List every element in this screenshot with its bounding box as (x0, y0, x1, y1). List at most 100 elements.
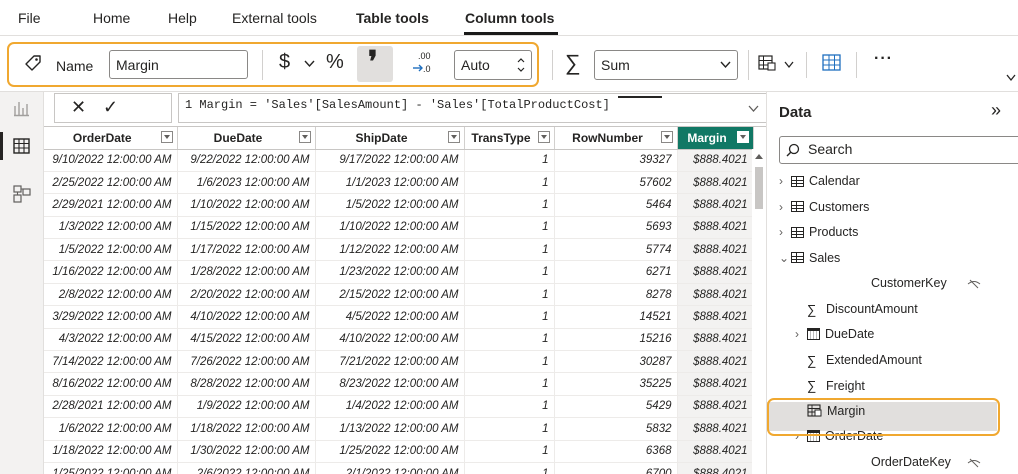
cell-duedate[interactable]: 7/26/2022 12:00:00 AM (177, 350, 316, 374)
cell-rownumber[interactable]: 6368 (554, 440, 678, 463)
cell-orderdate[interactable]: 4/3/2022 12:00:00 AM (44, 328, 178, 352)
cell-transtype[interactable]: 1 (464, 328, 555, 352)
cell-shipdate[interactable]: 1/12/2022 12:00:00 AM (315, 238, 465, 262)
field-item-customers[interactable]: › Customers (779, 200, 869, 214)
table-row[interactable]: 4/3/2022 12:00:00 AM 4/15/2022 12:00:00 A… (44, 328, 754, 352)
cell-orderdate[interactable]: 2/8/2022 12:00:00 AM (44, 283, 178, 307)
chevron-right-icon[interactable]: › (779, 225, 791, 239)
field-item-freight[interactable]: ∑ Freight (807, 378, 865, 393)
filter-dropdown-icon[interactable] (736, 131, 749, 143)
cell-shipdate[interactable]: 1/5/2022 12:00:00 AM (315, 193, 465, 217)
cell-orderdate[interactable]: 7/14/2022 12:00:00 AM (44, 350, 178, 374)
tab-file[interactable]: File (18, 10, 41, 26)
ribbon-collapse-chevron-icon[interactable] (1006, 74, 1016, 82)
decrease-decimal-icon[interactable]: .00 .0 (410, 50, 434, 76)
cell-shipdate[interactable]: 9/17/2022 12:00:00 AM (315, 149, 465, 172)
field-item-discountamount[interactable]: ∑ DiscountAmount (807, 302, 918, 317)
report-view-icon[interactable] (10, 96, 34, 120)
cell-shipdate[interactable]: 2/15/2022 12:00:00 AM (315, 283, 465, 307)
cell-rownumber[interactable]: 35225 (554, 372, 678, 396)
data-category-icon[interactable] (758, 54, 780, 74)
sort-by-column-icon[interactable] (822, 54, 842, 72)
cell-shipdate[interactable]: 1/1/2023 12:00:00 AM (315, 171, 465, 195)
cell-rownumber[interactable]: 14521 (554, 305, 678, 329)
field-item-calendar[interactable]: › Calendar (779, 174, 860, 188)
cell-margin[interactable]: $888.4021 (677, 149, 754, 172)
cell-margin[interactable]: $888.4021 (677, 395, 754, 419)
table-row[interactable]: 1/18/2022 12:00:00 AM 1/30/2022 12:00:00 … (44, 440, 754, 463)
cell-duedate[interactable]: 1/18/2022 12:00:00 AM (177, 417, 316, 441)
table-row[interactable]: 2/28/2021 12:00:00 AM 1/9/2022 12:00:00 A… (44, 395, 754, 419)
cell-rownumber[interactable]: 57602 (554, 171, 678, 195)
cell-duedate[interactable]: 1/10/2022 12:00:00 AM (177, 193, 316, 217)
cell-rownumber[interactable]: 39327 (554, 149, 678, 172)
more-options-button[interactable]: ··· (874, 50, 893, 68)
cell-margin[interactable]: $888.4021 (677, 462, 754, 474)
cell-shipdate[interactable]: 7/21/2022 12:00:00 AM (315, 350, 465, 374)
filter-dropdown-icon[interactable] (160, 131, 173, 143)
cell-margin[interactable]: $888.4021 (677, 440, 754, 463)
cell-margin[interactable]: $888.4021 (677, 171, 754, 195)
table-row[interactable]: 1/6/2022 12:00:00 AM 1/18/2022 12:00:00 A… (44, 417, 754, 441)
scroll-up-icon[interactable] (755, 153, 763, 159)
table-row[interactable]: 2/25/2022 12:00:00 AM 1/6/2023 12:00:00 A… (44, 171, 754, 195)
column-header-orderdate[interactable]: OrderDate (44, 127, 178, 150)
expand-formula-chevron-icon[interactable] (748, 105, 759, 113)
summarization-dropdown[interactable]: Sum (594, 50, 738, 80)
cell-transtype[interactable]: 1 (464, 216, 555, 240)
cell-orderdate[interactable]: 2/25/2022 12:00:00 AM (44, 171, 178, 195)
chevron-down-icon[interactable] (784, 61, 794, 69)
column-name-input[interactable]: Margin (109, 50, 248, 79)
collapse-pane-button[interactable]: » (991, 100, 1001, 121)
cell-shipdate[interactable]: 1/4/2022 12:00:00 AM (315, 395, 465, 419)
vertical-scrollbar[interactable] (752, 149, 766, 474)
cell-duedate[interactable]: 1/15/2022 12:00:00 AM (177, 216, 316, 240)
field-item-sales[interactable]: ⌄ Sales (779, 251, 840, 265)
cell-rownumber[interactable]: 5464 (554, 193, 678, 217)
cell-transtype[interactable]: 1 (464, 372, 555, 396)
table-row[interactable]: 9/10/2022 12:00:00 AM 9/22/2022 12:00:00 … (44, 149, 754, 172)
cell-transtype[interactable]: 1 (464, 395, 555, 419)
cell-transtype[interactable]: 1 (464, 238, 555, 262)
cell-rownumber[interactable]: 6700 (554, 462, 678, 474)
cell-orderdate[interactable]: 2/29/2021 12:00:00 AM (44, 193, 178, 217)
currency-format-button[interactable]: $ (279, 51, 290, 74)
search-input[interactable]: Search (779, 136, 1018, 164)
table-row[interactable]: 1/25/2022 12:00:00 AM 2/6/2022 12:00:00 A… (44, 462, 754, 474)
currency-chevron-down-icon[interactable] (304, 60, 315, 68)
chevron-right-icon[interactable]: › (779, 200, 791, 214)
cell-duedate[interactable]: 2/20/2022 12:00:00 AM (177, 283, 316, 307)
cell-rownumber[interactable]: 8278 (554, 283, 678, 307)
cell-shipdate[interactable]: 4/5/2022 12:00:00 AM (315, 305, 465, 329)
column-header-rownumber[interactable]: RowNumber (554, 127, 678, 150)
cell-duedate[interactable]: 1/17/2022 12:00:00 AM (177, 238, 316, 262)
cell-margin[interactable]: $888.4021 (677, 328, 754, 352)
cell-shipdate[interactable]: 1/23/2022 12:00:00 AM (315, 260, 465, 284)
cell-transtype[interactable]: 1 (464, 149, 555, 172)
table-row[interactable]: 7/14/2022 12:00:00 AM 7/26/2022 12:00:00 … (44, 350, 754, 374)
formula-resize-bar[interactable] (618, 96, 662, 98)
cell-duedate[interactable]: 4/10/2022 12:00:00 AM (177, 305, 316, 329)
tab-home[interactable]: Home (93, 10, 130, 26)
table-row[interactable]: 3/29/2022 12:00:00 AM 4/10/2022 12:00:00 … (44, 305, 754, 329)
scrollbar-thumb[interactable] (755, 167, 763, 209)
spinner-arrows-icon[interactable] (516, 55, 526, 75)
cell-rownumber[interactable]: 30287 (554, 350, 678, 374)
table-row[interactable]: 1/5/2022 12:00:00 AM 1/17/2022 12:00:00 A… (44, 238, 754, 262)
chevron-right-icon[interactable]: › (779, 174, 791, 188)
cell-orderdate[interactable]: 1/16/2022 12:00:00 AM (44, 260, 178, 284)
cell-orderdate[interactable]: 1/3/2022 12:00:00 AM (44, 216, 178, 240)
cell-orderdate[interactable]: 1/25/2022 12:00:00 AM (44, 462, 178, 474)
filter-dropdown-icon[interactable] (660, 131, 673, 143)
cell-transtype[interactable]: 1 (464, 283, 555, 307)
cell-shipdate[interactable]: 1/10/2022 12:00:00 AM (315, 216, 465, 240)
cell-rownumber[interactable]: 6271 (554, 260, 678, 284)
cell-duedate[interactable]: 1/6/2023 12:00:00 AM (177, 171, 316, 195)
cell-shipdate[interactable]: 1/25/2022 12:00:00 AM (315, 440, 465, 463)
cell-margin[interactable]: $888.4021 (677, 350, 754, 374)
cell-rownumber[interactable]: 5832 (554, 417, 678, 441)
cell-transtype[interactable]: 1 (464, 462, 555, 474)
cell-margin[interactable]: $888.4021 (677, 193, 754, 217)
cell-duedate[interactable]: 1/30/2022 12:00:00 AM (177, 440, 316, 463)
cell-shipdate[interactable]: 1/13/2022 12:00:00 AM (315, 417, 465, 441)
